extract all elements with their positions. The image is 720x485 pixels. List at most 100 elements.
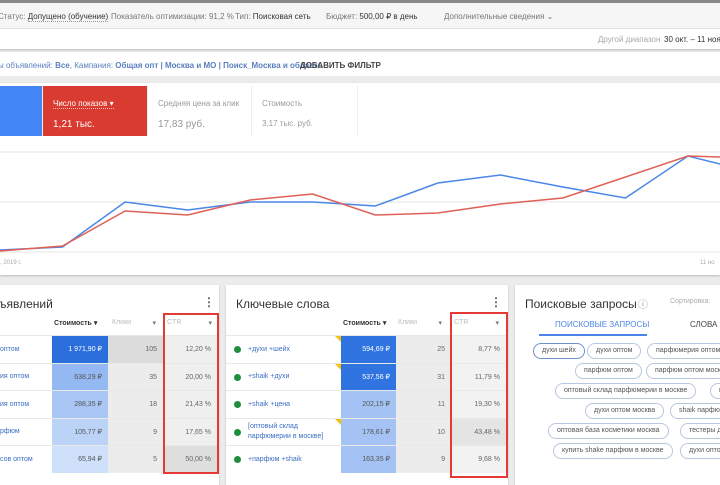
row-name-link[interactable]: оптом — [0, 336, 52, 363]
search-term-chip[interactable]: тестеры ду — [680, 423, 720, 439]
status-item: Статус: Допущено (обучение) — [0, 12, 109, 22]
row-name: +shaik +цена — [248, 400, 291, 408]
search-term-chip[interactable]: парфюмерия оптом — [647, 343, 720, 359]
row-name: рфюм — [0, 428, 20, 435]
row-name-link[interactable]: сов оптом — [0, 446, 52, 473]
cost-cell: 178,61 ₽ — [341, 418, 396, 446]
card-title: Ключевые слова — [236, 297, 330, 311]
campaign-status-bar: Статус: Допущено (обучение) Показатель о… — [0, 3, 720, 29]
col-header-clicks[interactable]: Клики ▾ — [398, 319, 442, 327]
status-dot-icon — [234, 373, 241, 381]
overview-card: Число показов ▾ 1,21 тыс. Средняя цена з… — [0, 83, 720, 275]
search-term-chip[interactable]: оптовый склад парфюмерии в москве — [555, 383, 697, 399]
clicks-cell: 25 — [396, 336, 451, 363]
date-range-bar: Другой диапазон 30 окт. – 11 ноя — [0, 29, 720, 49]
metric-label: Стоимость — [262, 99, 303, 108]
help-icon[interactable]: ⓘ — [638, 296, 648, 311]
caret-down-icon: ▾ — [109, 99, 114, 108]
col-header-clicks[interactable]: Клики ▾ — [112, 319, 156, 327]
row-name-link[interactable]: +парфюм +shaik — [226, 446, 341, 473]
row-name: +духи +шейх — [248, 345, 291, 353]
status-dot-icon — [234, 456, 241, 463]
filter-bar: ы объявлений: Все, Кампания: Общая опт |… — [0, 52, 720, 76]
clicks-cell: 11 — [396, 391, 451, 418]
row-name: ия оптом — [0, 373, 30, 380]
col-header-cost[interactable]: Стоимость ▾ — [54, 319, 97, 327]
clicks-cell: 105 — [108, 336, 163, 363]
date-range-label: Другой диапазон — [598, 35, 661, 44]
filter-campaign-label: Кампания: — [74, 61, 114, 70]
metric-tile-impressions[interactable]: Число показов ▾ 1,21 тыс. — [43, 86, 148, 136]
row-name-link[interactable]: [оптовый склад парфюмерии в москве] — [226, 419, 341, 446]
metric-tile-clicks[interactable] — [0, 86, 43, 136]
notice-flag-icon[interactable] — [335, 418, 341, 425]
card-title: ъявлений — [0, 297, 53, 311]
row-name: [оптовый склад парфюмерии в москве] — [248, 423, 324, 440]
tab-words[interactable]: СЛОВА — [690, 320, 717, 329]
cost-cell: 638,29 ₽ — [52, 363, 108, 391]
optimization-score: Показатель оптимизации: 91,2 % — [111, 12, 234, 21]
search-term-chip[interactable]: оптовая база косметики москва — [548, 423, 669, 439]
row-name-link[interactable]: +shaik +духи — [226, 364, 341, 391]
row-name-link[interactable]: рфюм — [0, 419, 52, 446]
row-name: +shaik +духи — [248, 373, 290, 380]
status-dot-icon — [234, 346, 241, 353]
search-term-chip[interactable]: парфюм оптом — [575, 363, 642, 379]
metric-value: 1,21 тыс. — [53, 119, 95, 130]
clicks-cell: 5 — [108, 446, 163, 473]
cost-cell: 288,35 ₽ — [52, 391, 108, 418]
metric-value: 3,17 тыс. руб. — [262, 119, 313, 128]
add-filter-button[interactable]: ДОБАВИТЬ ФИЛЬТР — [300, 61, 381, 70]
cost-cell: 202,15 ₽ — [341, 391, 396, 418]
search-term-chip[interactable]: купить shake парфюм в москве — [553, 443, 673, 459]
tab-search-terms[interactable]: ПОИСКОВЫЕ ЗАПРОСЫ — [555, 320, 649, 329]
search-terms-card: Поисковые запросы ⓘ Сортировка: ПОИСКОВЫ… — [515, 285, 720, 485]
more-details-link[interactable]: Дополнительные сведения ⌄ — [444, 12, 553, 21]
date-range-picker[interactable]: 30 окт. – 11 ноя — [664, 35, 720, 44]
cost-cell: 1 971,90 ₽ — [52, 336, 108, 363]
cost-cell: 163,35 ₽ — [341, 446, 396, 473]
status-dot-icon — [234, 401, 241, 408]
col-header-cost[interactable]: Стоимость ▾ — [343, 319, 386, 327]
more-details-label: Дополнительные сведения — [444, 12, 545, 21]
clicks-cell: 18 — [108, 391, 163, 418]
budget-label: Бюджет: — [326, 12, 358, 21]
search-term-chip[interactable]: духи оптом — [587, 343, 642, 359]
col-label: Клики — [398, 319, 418, 326]
search-term-chip[interactable]: духи оптом москва — [585, 403, 665, 419]
budget-value[interactable]: 500,00 ₽ в день — [359, 12, 417, 21]
search-term-chip[interactable]: духи шейх — [533, 343, 585, 359]
status-value[interactable]: Допущено (обучение) — [27, 12, 109, 22]
notice-flag-icon[interactable] — [335, 336, 341, 342]
metric-tile-cost[interactable]: Стоимость 3,17 тыс. руб. — [252, 86, 358, 136]
row-name: +парфюм +shaik — [248, 455, 302, 463]
chevron-down-icon: ⌄ — [546, 12, 554, 21]
row-name-link[interactable]: +духи +шейх — [226, 336, 341, 363]
metric-tile-avg-cpc[interactable]: Средняя цена за клик 17,83 руб. — [148, 86, 252, 136]
clicks-cell: 9 — [396, 446, 451, 473]
filter-summary[interactable]: ы объявлений: Все, Кампания: Общая опт |… — [0, 61, 323, 70]
search-term-chip[interactable]: shaik парфюм — [670, 403, 720, 419]
more-vert-icon[interactable]: ⋮ — [490, 295, 502, 309]
metric-value: 17,83 руб. — [158, 119, 205, 130]
metric-label: Число показов ▾ — [53, 99, 114, 109]
search-term-chip[interactable]: парфюм оптом москва — [646, 363, 720, 379]
notice-flag-icon[interactable] — [335, 363, 341, 370]
more-vert-icon[interactable]: ⋮ — [203, 295, 215, 309]
row-name: оптом — [0, 345, 20, 353]
cost-cell: 105,77 ₽ — [52, 418, 108, 446]
row-name-link[interactable]: ия оптом — [0, 364, 52, 391]
search-term-chip[interactable]: ш — [710, 383, 720, 399]
type-value: Поисковая сеть — [252, 12, 311, 21]
cost-cell: 594,69 ₽ — [341, 336, 396, 363]
opt-value[interactable]: 91,2 % — [209, 12, 234, 21]
cost-cell: 65,94 ₽ — [52, 446, 108, 473]
row-name-link[interactable]: +shaik +цена — [226, 391, 341, 418]
opt-label: Показатель оптимизации: — [111, 12, 207, 21]
filter-ads-label: ы объявлений: — [0, 61, 53, 70]
sort-label[interactable]: Сортировка: — [670, 298, 710, 305]
row-name-link[interactable]: ия оптом — [0, 391, 52, 418]
col-label: Стоимость — [54, 320, 92, 327]
highlight-box-ctr — [450, 312, 508, 478]
search-term-chip[interactable]: духи опто — [680, 443, 720, 459]
